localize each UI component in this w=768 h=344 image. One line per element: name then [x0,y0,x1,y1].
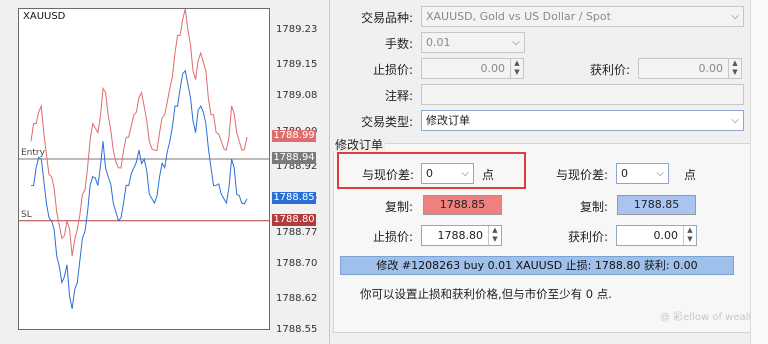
scrollbar[interactable] [750,0,768,344]
series-bid-line [30,69,248,310]
stop-loss-label: 止损价: [372,63,413,77]
info-note: 你可以设置止损和获利价格,但与市价至少有 0 点. [360,287,612,301]
volume-value: 0.01 [426,36,451,49]
order-type-select[interactable]: 修改订单 ⌵ [421,110,744,131]
price-chart: XAUUSD Entry SL [18,8,270,330]
copy-label-left: 复制: [384,200,413,214]
bid-price-tag: 1788.85 [272,191,316,204]
watermark: @ 彩ellow of wealth [660,312,759,323]
sl-line-label: SL [21,209,32,220]
comment-input[interactable] [421,84,744,105]
entry-line-label: Entry [21,147,45,158]
price-tick: 1789.15 [276,59,318,71]
sl-price-tag: 1788.80 [272,213,316,226]
price-chart-panel: XAUUSD Entry SL 1789.23 1789.15 1789.08 178… [0,0,330,344]
points-label-left: 点 [481,168,494,182]
chevron-down-icon: ⌵ [461,168,469,179]
chart-symbol-title: XAUUSD [23,11,66,22]
chevron-down-icon: ⌵ [731,115,739,126]
volume-label: 手数: [384,37,413,51]
stop-loss-label-2: 止损价: [372,230,413,244]
points-label-right: 点 [683,168,696,182]
symbol-value: XAUUSD, Gold vs US Dollar / Spot [426,10,611,23]
order-type-label: 交易类型: [360,115,413,129]
stop-loss-input-2[interactable]: 1788.80 ▲ ▼ [421,225,502,246]
modify-order-group-title: 修改订单 [333,136,386,153]
entry-price-tag: 1788.94 [272,151,316,164]
stop-loss-value: 0.00 [480,62,506,75]
price-tick: 1788.55 [276,324,318,335]
modify-order-button[interactable]: 修改 #1208263 buy 0.01 XAUUSD 止损: 1788.80 … [340,256,734,275]
copy-buy-price-button[interactable]: 1788.85 [617,195,696,215]
spinner-icon[interactable]: ▲ ▼ [488,226,501,245]
price-diff-select-right[interactable]: 0 ⌵ [616,163,669,184]
symbol-select[interactable]: XAUUSD, Gold vs US Dollar / Spot ⌵ [421,6,744,27]
take-profit-label-2: 获利价: [567,230,608,244]
take-profit-value: 0.00 [698,62,724,75]
stop-loss-input[interactable]: 0.00 ▲ ▼ [421,58,524,79]
price-tick: 1788.70 [276,257,318,269]
comment-label: 注释: [384,89,413,103]
price-tick: 1788.62 [276,293,318,305]
spinner-icon[interactable]: ▲ ▼ [683,226,696,245]
order-type-value: 修改订单 [426,114,470,127]
price-tick: 1788.77 [276,226,318,238]
chevron-down-icon: ⌵ [731,11,739,22]
price-diff-label-left: 与现价差: [361,168,414,182]
spinner-icon[interactable]: ▲ ▼ [510,59,523,78]
chevron-down-icon: ⌵ [512,37,520,48]
ask-price-tag: 1788.99 [272,129,316,142]
spinner-icon[interactable]: ▲ ▼ [728,59,741,78]
stop-loss-value-2: 1788.80 [437,229,484,242]
volume-select[interactable]: 0.01 ⌵ [421,32,525,53]
take-profit-label: 获利价: [589,63,630,77]
chevron-down-icon: ⌵ [656,168,664,179]
price-tick: 1789.08 [276,90,318,102]
price-tick: 1789.23 [276,24,318,36]
price-diff-value-right: 0 [621,167,628,180]
series-ask-line [30,9,248,257]
copy-label-right: 复制: [579,200,608,214]
take-profit-value-2: 0.00 [653,229,679,242]
price-diff-value-left: 0 [426,167,433,180]
price-diff-select-left[interactable]: 0 ⌵ [421,163,474,184]
price-diff-label-right: 与现价差: [555,168,608,182]
symbol-label: 交易品种: [360,11,413,25]
copy-sell-price-button[interactable]: 1788.85 [423,195,502,215]
chart-svg [19,9,269,310]
take-profit-input[interactable]: 0.00 ▲ ▼ [638,58,742,79]
take-profit-input-2[interactable]: 0.00 ▲ ▼ [616,225,697,246]
